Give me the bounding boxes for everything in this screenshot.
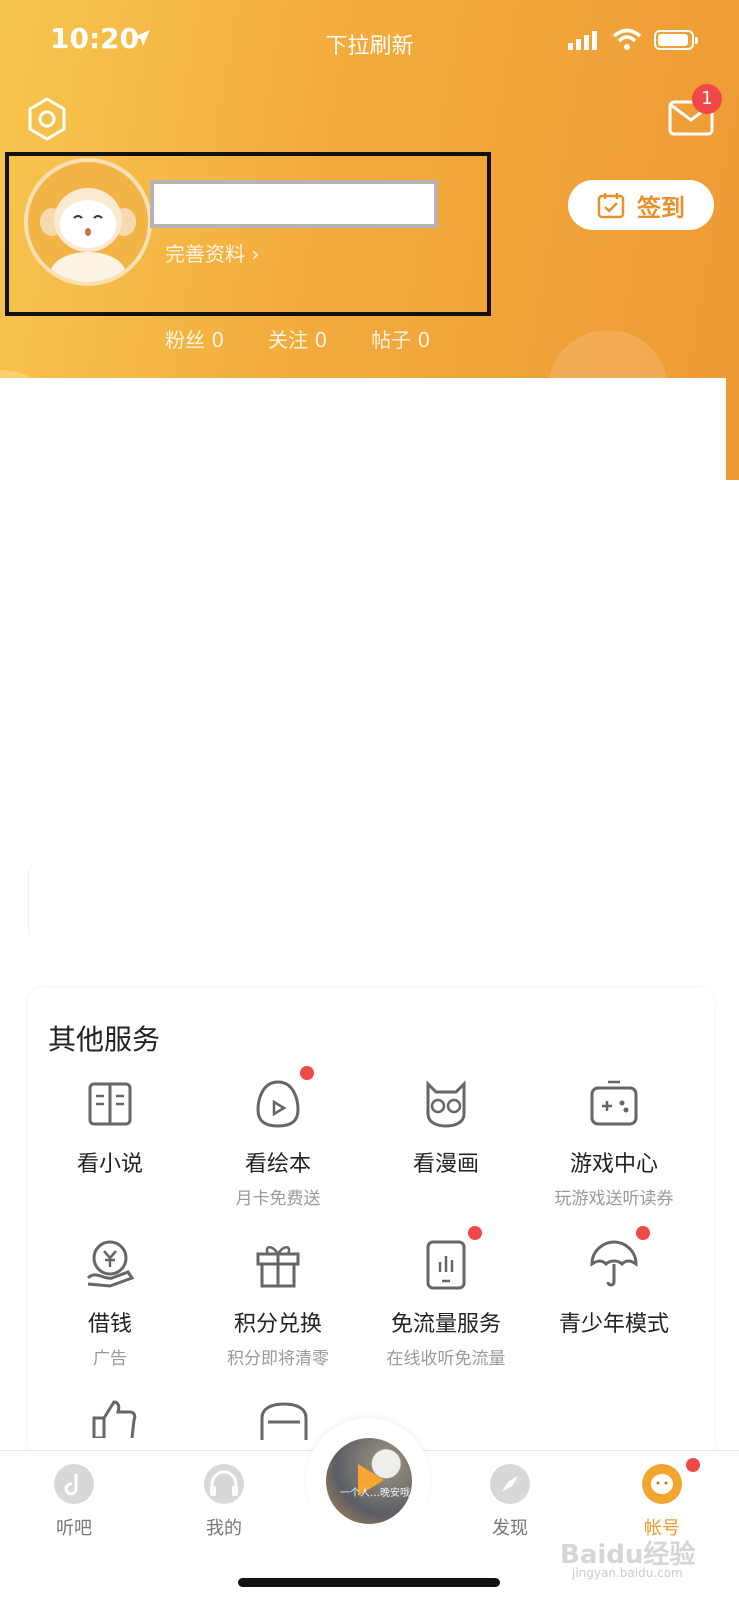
content-card-edge: [28, 862, 728, 942]
service-teen-mode[interactable]: 青少年模式: [528, 1226, 700, 1344]
service-label: 看绘本: [244, 1152, 311, 1177]
battery-icon: [654, 30, 698, 50]
tab-account[interactable]: 帐号: [612, 1464, 712, 1540]
tab-discover[interactable]: 发现: [460, 1464, 560, 1540]
edit-profile-link[interactable]: 完善资料 ›: [165, 238, 259, 267]
notification-dot: [686, 1458, 700, 1472]
service-points-exchange[interactable]: 积分兑换 积分即将清零: [192, 1236, 364, 1369]
owl-icon: [418, 1076, 474, 1132]
checkin-button[interactable]: 签到: [568, 180, 714, 230]
service-label: 借钱: [87, 1312, 132, 1337]
mail-badge: 1: [692, 84, 722, 114]
service-label: 免流量服务: [390, 1312, 501, 1337]
notification-dot: [468, 1226, 482, 1240]
service-label: 看漫画: [412, 1152, 479, 1177]
service-label: 游戏中心: [569, 1152, 658, 1177]
service-subtitle: 月卡免费送: [235, 1189, 321, 1209]
umbrella-icon: [586, 1226, 650, 1292]
service-novel[interactable]: 看小说: [24, 1076, 196, 1184]
stat-value: 0: [211, 328, 225, 352]
watermark-url: jingyan.baidu.com: [572, 1566, 683, 1580]
service-subtitle: 在线收听免流量: [386, 1349, 506, 1369]
service-label: 积分兑换: [233, 1312, 322, 1337]
stat-posts[interactable]: 帖子 0: [371, 324, 430, 353]
service-label: 看小说: [76, 1152, 143, 1177]
thumbs-up-icon: [92, 1400, 137, 1438]
service-subtitle: 积分即将清零: [227, 1349, 329, 1369]
calendar-check-icon: [597, 193, 625, 219]
stat-label: 粉丝: [165, 328, 205, 352]
other-services-card: 其他服务 看小说 看绘本 月卡免费送 看漫画 游戏中心 玩游戏送听读券 借钱 广…: [28, 988, 714, 1458]
profile-stats: 粉丝 0 关注 0 帖子 0: [165, 324, 474, 353]
tab-tingba[interactable]: 听吧: [24, 1464, 124, 1540]
phone-chart-icon: [418, 1226, 482, 1292]
book-icon: [82, 1076, 138, 1132]
now-playing-button[interactable]: 一个人…晚安哦: [326, 1438, 412, 1524]
checkin-label: 签到: [637, 193, 685, 222]
headphones-icon: [204, 1464, 244, 1504]
gamepad-icon: [586, 1076, 642, 1132]
stat-label: 帖子: [371, 328, 412, 352]
picture-book-icon: [250, 1066, 314, 1132]
tab-label: 听吧: [56, 1518, 92, 1539]
status-bar: 10:20 下拉刷新: [0, 0, 739, 80]
service-subtitle: 玩游戏送听读券: [554, 1189, 674, 1209]
stat-following[interactable]: 关注 0: [268, 324, 327, 353]
service-label: 青少年模式: [558, 1312, 669, 1337]
services-title: 其他服务: [48, 1023, 161, 1056]
wifi-icon: [612, 28, 642, 50]
service-subtitle: 广告: [93, 1349, 127, 1369]
vr-glasses-icon: [260, 1402, 308, 1440]
service-free-data[interactable]: 免流量服务 在线收听免流量: [360, 1226, 532, 1369]
loan-icon: [82, 1236, 138, 1292]
notification-dot: [300, 1066, 314, 1080]
service-comics[interactable]: 看漫画: [360, 1076, 532, 1184]
service-game-center[interactable]: 游戏中心 玩游戏送听读券: [528, 1076, 700, 1209]
account-icon: [642, 1464, 682, 1504]
service-picture-book[interactable]: 看绘本 月卡免费送: [192, 1066, 364, 1209]
tab-label: 发现: [492, 1518, 528, 1539]
notification-dot: [636, 1226, 650, 1240]
settings-gear-icon[interactable]: [26, 96, 68, 142]
avatar[interactable]: [24, 158, 152, 286]
username-field: [150, 180, 438, 228]
stat-fans[interactable]: 粉丝 0: [165, 324, 224, 353]
tab-label: 我的: [206, 1518, 242, 1539]
cell-signal-icon: [568, 31, 597, 50]
stat-value: 0: [314, 328, 328, 352]
home-indicator[interactable]: [238, 1578, 500, 1587]
compass-icon: [490, 1464, 530, 1504]
stat-value: 0: [417, 328, 431, 352]
gift-icon: [250, 1236, 306, 1292]
service-loan[interactable]: 借钱 广告: [24, 1236, 196, 1369]
now-playing-title: 一个人…晚安哦: [340, 1488, 410, 1499]
music-note-icon: [54, 1464, 94, 1504]
stat-label: 关注: [268, 328, 309, 352]
tab-mine[interactable]: 我的: [174, 1464, 274, 1540]
monkey-avatar-icon: [40, 188, 136, 282]
